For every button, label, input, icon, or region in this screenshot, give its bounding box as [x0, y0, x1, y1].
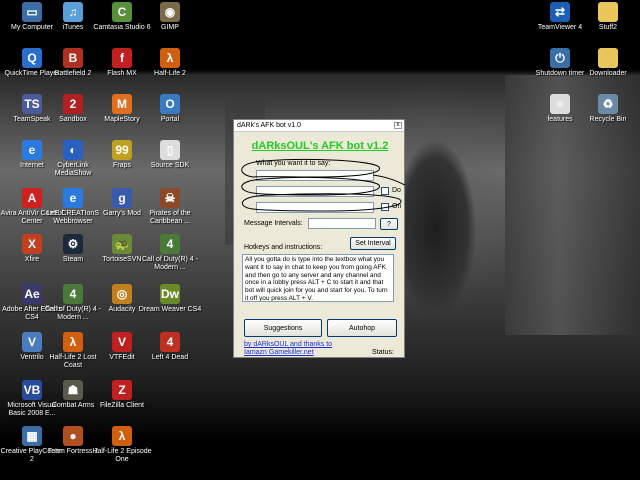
on-checkbox[interactable] — [381, 203, 389, 211]
suggestions-button[interactable]: Suggestions — [244, 319, 322, 337]
steam-icon: ⚙ — [63, 234, 83, 254]
desktop-icon-label: Downloader — [589, 70, 627, 77]
half-life-2-icon: λ — [160, 48, 180, 68]
desktop-icon-label: Source SDK — [150, 162, 190, 169]
desktop-icon-label: GIMP — [161, 24, 179, 31]
hotkeys-label: Hotkeys and instructions: — [244, 244, 323, 251]
set-interval-button[interactable]: Set Interval — [350, 237, 396, 250]
desktop-icon-stuff2[interactable]: Stuff2 — [576, 2, 640, 32]
xfire-icon: X — [22, 234, 42, 254]
desktop-icon-label: Stuff2 — [598, 24, 618, 31]
combat-arms-icon: ☗ — [63, 380, 83, 400]
itunes-icon: ♫ — [63, 2, 83, 22]
team-fortress-2-icon: ● — [63, 426, 83, 446]
app-heading: dARksOUL's AFK bot v1.2 — [251, 140, 389, 152]
say-input-1[interactable] — [256, 170, 374, 181]
desktop-icon-filezilla[interactable]: Z FileZilla Client — [90, 380, 154, 410]
visual-basic-icon: VB — [22, 380, 42, 400]
half-life-2-lost-coast-icon: λ — [63, 332, 83, 352]
desktop-icon-call-of-duty-4-a[interactable]: 4 Call of Duty(R) 4 - Modern ... — [138, 234, 202, 272]
desktop-icon-label: Half-Life 2 Episode One — [92, 448, 152, 463]
portal-icon: O — [160, 94, 180, 114]
desktop-icon-half-life-2[interactable]: λ Half-Life 2 — [138, 48, 202, 78]
creative-playcenter-icon: ▦ — [22, 426, 42, 446]
recycle-bin-icon: ♻ — [598, 94, 618, 114]
close-icon[interactable]: x — [394, 122, 402, 129]
say-label: What you want it to say: — [256, 160, 331, 167]
desktop-icon-label: Pirates of the Caribbean ... — [149, 210, 191, 225]
call-of-duty-4-b-icon: 4 — [63, 284, 83, 304]
desktop-icon-recycle-bin[interactable]: ♻ Recycle Bin — [576, 94, 640, 124]
help-button[interactable]: ? — [380, 218, 398, 230]
status-label: Status: — [372, 349, 394, 356]
downloader-icon — [598, 48, 618, 68]
half-life-2-episode-one-icon: λ — [112, 426, 132, 446]
ventrilo-icon: V — [22, 332, 42, 352]
call-of-duty-4-a-icon: 4 — [160, 234, 180, 254]
cyberlink-mediashow-icon: ◐ — [63, 140, 83, 160]
desktop-icon-pirates-caribbean[interactable]: ☠ Pirates of the Caribbean ... — [138, 188, 202, 226]
window-title: dARk's AFK bot v1.0 — [237, 122, 301, 129]
flash-mx-icon: f — [112, 48, 132, 68]
desktop-icon-label: FileZilla Client — [100, 402, 144, 409]
interval-label: Message Intervals: — [244, 220, 303, 227]
vtfedit-icon: V — [112, 332, 132, 352]
quicktime-icon: Q — [22, 48, 42, 68]
filezilla-icon: Z — [112, 380, 132, 400]
desktop-icon-downloader[interactable]: Downloader — [576, 48, 640, 78]
desktop-icon-portal[interactable]: O Portal — [138, 94, 202, 124]
say-input-3[interactable] — [256, 202, 374, 213]
after-effects-icon: Ae — [22, 284, 42, 304]
desktop-icon-label: Dream Weaver CS4 — [138, 306, 202, 313]
desktop-icon-gimp[interactable]: ◉ GIMP — [138, 2, 202, 32]
shutdown-timer-icon: ⏻ — [550, 48, 570, 68]
battlefield2-icon: B — [63, 48, 83, 68]
desktop-icon-left-4-dead[interactable]: 4 Left 4 Dead — [138, 332, 202, 362]
pirates-caribbean-icon: ☠ — [160, 188, 180, 208]
tortoisesvn-icon: 🐢 — [112, 234, 132, 254]
sandbox-icon: 2 — [63, 94, 83, 114]
instructions-textbox[interactable]: All you gotta do is type into the textbo… — [242, 254, 394, 302]
desktop-icon-dreamweaver[interactable]: Dw Dream Weaver CS4 — [138, 284, 202, 314]
desktop-icon-source-sdk[interactable]: ▯ Source SDK — [138, 140, 202, 170]
interval-input[interactable] — [308, 218, 376, 229]
desktop-icon-label: Left 4 Dead — [151, 354, 189, 361]
desktop-icon-label: Portal — [160, 116, 180, 123]
camtasia-icon: C — [112, 2, 132, 22]
teamspeak-icon: TS — [22, 94, 42, 114]
features-icon: ≡ — [550, 94, 570, 114]
garrys-mod-icon: g — [112, 188, 132, 208]
internet-icon: e — [22, 140, 42, 160]
desktop-icon-label: Recycle Bin — [589, 116, 627, 123]
afk-bot-window: dARk's AFK bot v1.0 x dARksOUL's AFK bot… — [233, 119, 405, 358]
desktop-icon-label: Call of Duty(R) 4 - Modern ... — [141, 256, 198, 271]
window-titlebar[interactable]: dARk's AFK bot v1.0 x — [234, 120, 404, 132]
teamviewer-icon: ⇄ — [550, 2, 570, 22]
desktop: ▭ My Computer ♫ iTunes C Camtasia Studio 6 ◉ GI… — [0, 0, 640, 480]
gimp-icon: ◉ — [160, 2, 180, 22]
audacity-icon: ◎ — [112, 284, 132, 304]
stuff2-icon — [598, 2, 618, 22]
fraps-icon: 99 — [112, 140, 132, 160]
desktop-icon-label: Half-Life 2 — [154, 70, 186, 77]
desktop-icon-half-life-2-episode-one[interactable]: λ Half-Life 2 Episode One — [90, 426, 154, 464]
avira-icon: A — [22, 188, 42, 208]
on-label: On — [392, 203, 402, 210]
say-input-2[interactable] — [256, 186, 374, 197]
maplestory-icon: M — [112, 94, 132, 114]
left-4-dead-icon: 4 — [160, 332, 180, 352]
lee-creations-webbrowser-icon: e — [63, 188, 83, 208]
credit-link[interactable]: by dARksOUL and thanks to Iamazn Gamekil… — [244, 341, 344, 357]
autohop-button[interactable]: Autohop — [327, 319, 397, 337]
dreamweaver-icon: Dw — [160, 284, 180, 304]
do-checkbox[interactable] — [381, 187, 389, 195]
source-sdk-icon: ▯ — [160, 140, 180, 160]
do-label: Do — [392, 187, 401, 194]
my-computer-icon: ▭ — [22, 2, 42, 22]
